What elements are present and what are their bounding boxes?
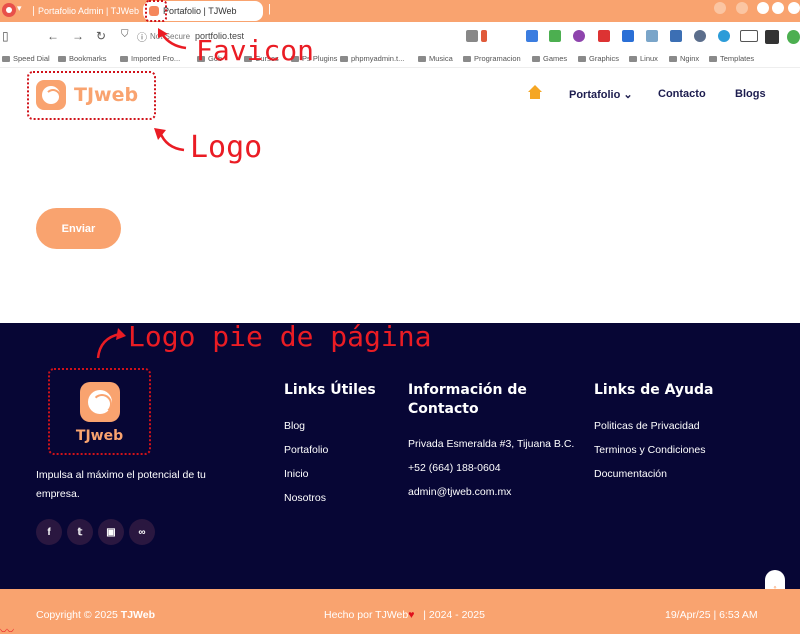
nav-blogs[interactable]: Blogs xyxy=(735,88,766,100)
bookmark-item[interactable]: Bookmarks xyxy=(58,54,107,63)
footer-about: Impulsa al máximo el potencial de tu emp… xyxy=(36,469,206,500)
close-icon[interactable] xyxy=(788,2,800,14)
copyright-bar: Copyright © 2025 TJWeb Hecho por TJWeb♥ … xyxy=(0,589,800,634)
useful-links-heading: Links Útiles xyxy=(284,382,376,398)
minimize-icon[interactable] xyxy=(757,2,769,14)
home-icon[interactable] xyxy=(528,85,542,99)
bookmark-item[interactable]: Imported Fro... xyxy=(120,54,180,63)
chevron-down-icon: ⌄ xyxy=(623,89,633,101)
sidebar-toggle-icon[interactable]: ▯ xyxy=(2,29,9,43)
footer-link-blog[interactable]: Blog xyxy=(284,420,305,432)
extension-icon[interactable] xyxy=(598,30,610,42)
contact-email[interactable]: admin@tjweb.com.mx xyxy=(408,486,511,498)
bookmark-item[interactable]: Musica xyxy=(418,54,453,63)
vpn-icon[interactable] xyxy=(740,30,758,42)
vivaldi-menu-icon[interactable] xyxy=(2,3,16,17)
help-links-heading: Links de Ayuda xyxy=(594,382,714,398)
nav-contact[interactable]: Contacto xyxy=(658,88,706,100)
bookmark-item[interactable]: Templates xyxy=(709,54,754,63)
forward-icon[interactable]: → xyxy=(72,29,84,43)
new-tab-icon[interactable]: | xyxy=(268,3,271,15)
logo-highlight xyxy=(27,71,156,120)
back-icon[interactable]: ← xyxy=(47,29,59,43)
footer-logo-mark-icon xyxy=(80,382,120,422)
reload-icon[interactable]: ↻ xyxy=(96,29,106,43)
footer-logo-text: TJweb xyxy=(75,428,124,444)
bookmark-item[interactable]: Graphics xyxy=(578,54,619,63)
info-icon[interactable]: ⓘ xyxy=(137,29,147,44)
made-by-text: Hecho por TJWeb♥ | 2024 - 2025 xyxy=(324,609,485,621)
extension-icon[interactable] xyxy=(573,30,585,42)
bookmark-item[interactable]: Nginx xyxy=(669,54,699,63)
address-bar: ▯ ← → ↻ ⛉ ⓘ Not Secure portfolio.test xyxy=(0,22,800,50)
maximize-icon[interactable] xyxy=(772,2,784,14)
annotation-favicon: Favicon xyxy=(196,34,315,67)
bookmarks-bar: Speed Dial Bookmarks Imported Fro... Gob… xyxy=(0,50,800,68)
chevron-down-icon[interactable]: ▾ xyxy=(17,3,22,14)
browser-tab-bar: ▾ Portafolio Admin | TJWeb Portafolio | … xyxy=(0,0,800,22)
favicon-icon xyxy=(33,6,34,16)
annotation-footer-logo: Logo pie de página xyxy=(128,320,432,353)
bookmark-item[interactable]: Linux xyxy=(629,54,658,63)
site-footer xyxy=(0,323,800,589)
tab-title: Portafolio Admin | TJWeb xyxy=(37,6,139,16)
extension-icon[interactable] xyxy=(622,30,634,42)
heart-icon: ♥ xyxy=(408,609,415,621)
facebook-icon[interactable]: f xyxy=(36,519,62,545)
submit-button[interactable]: Enviar xyxy=(36,208,121,249)
copyright-text: Copyright © 2025 TJWeb xyxy=(36,609,156,621)
bookmark-item[interactable]: Programacion xyxy=(463,54,521,63)
datetime-text: 19/Apr/25 | 6:53 AM xyxy=(665,609,758,621)
corner-mark-icon: ◡◡ xyxy=(0,624,14,633)
annotation-arrow-icon xyxy=(96,328,126,359)
tab-portfolio-admin[interactable]: Portafolio Admin | TJWeb xyxy=(33,1,139,21)
contact-heading: Información de Contacto xyxy=(408,382,527,417)
footer-link-portfolio[interactable]: Portafolio xyxy=(284,444,328,456)
extension-icon[interactable] xyxy=(670,30,682,42)
link-icon[interactable]: ∞ xyxy=(129,519,155,545)
footer-link-privacy[interactable]: Politicas de Privacidad xyxy=(594,420,700,432)
tab-title: Portafolio | TJWeb xyxy=(163,6,237,16)
annotation-logo: Logo xyxy=(190,130,263,165)
footer-link-about[interactable]: Nosotros xyxy=(284,492,326,504)
footer-link-terms[interactable]: Terminos y Condiciones xyxy=(594,444,705,456)
extension-icon[interactable] xyxy=(765,30,779,44)
footer-link-home[interactable]: Inicio xyxy=(284,468,309,480)
favicon-highlight xyxy=(145,0,167,22)
discord-icon[interactable]: ▣ xyxy=(98,519,124,545)
extension-icon[interactable] xyxy=(714,2,726,14)
contact-phone[interactable]: +52 (664) 188-0604 xyxy=(408,462,501,474)
contact-address: Privada Esmeralda #3, Tijuana B.C. xyxy=(408,438,575,450)
bookmark-add-icon[interactable] xyxy=(466,30,478,42)
annotation-arrow-icon xyxy=(158,28,187,50)
extension-icon[interactable] xyxy=(549,30,561,42)
extension-icon[interactable] xyxy=(787,30,800,44)
extension-icon[interactable] xyxy=(694,30,706,42)
bookmark-item[interactable]: Speed Dial xyxy=(2,54,50,63)
annotation-arrow-icon xyxy=(154,128,185,152)
twitter-icon[interactable]: 𝕥 xyxy=(67,519,93,545)
footer-link-docs[interactable]: Documentación xyxy=(594,468,667,480)
extension-icon[interactable] xyxy=(736,2,748,14)
shield-icon[interactable]: ⛉ xyxy=(121,29,129,40)
extension-icon[interactable] xyxy=(646,30,658,42)
bookmark-item[interactable]: phpmyadmin.t... xyxy=(340,54,404,63)
bookmark-item[interactable]: Games xyxy=(532,54,567,63)
extension-icon[interactable] xyxy=(526,30,538,42)
bookmark-icon[interactable] xyxy=(481,30,487,42)
nav-portfolio[interactable]: Portafolio ⌄ xyxy=(569,88,633,101)
extension-icon[interactable] xyxy=(718,30,730,42)
